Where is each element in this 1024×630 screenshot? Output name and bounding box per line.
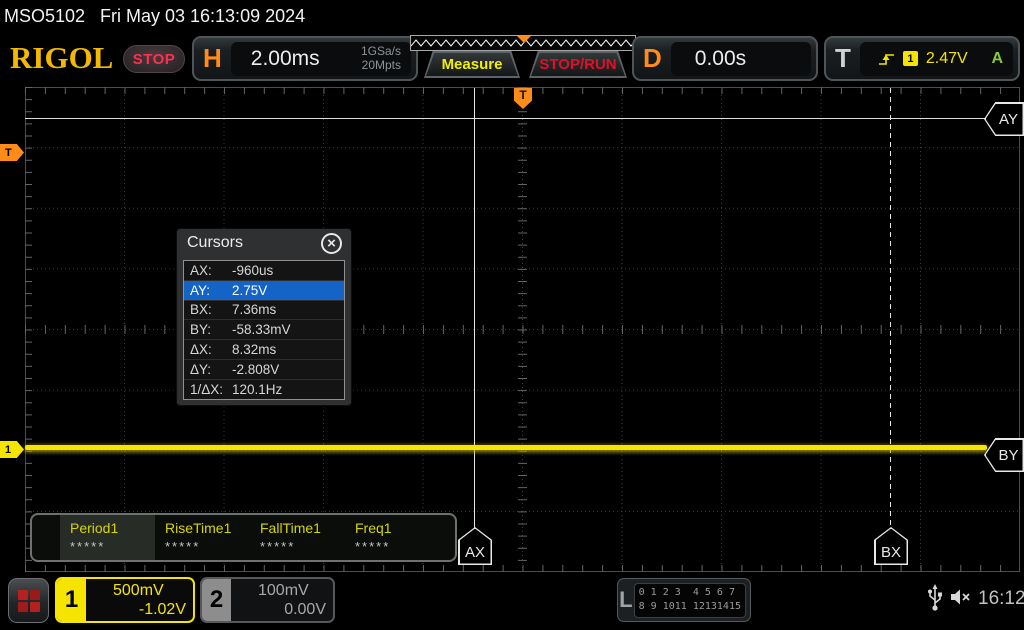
cursor-row-inv-dx[interactable]: 1/ΔX: 120.1Hz — [184, 380, 344, 400]
memory-waveform-strip[interactable] — [410, 35, 636, 51]
logic-channel-list: 0 1 2 3 4 5 6 78 9 1011 12131415 — [633, 582, 746, 618]
channel2-offset: 0.00V — [284, 601, 326, 618]
trigger-source-badge: 1 — [902, 51, 918, 66]
cursors-popup: Cursors × AX: -960us AY: 2.75V BX: 7.36ms B… — [176, 228, 352, 406]
measurement-falltime1[interactable]: FallTime1 ***** — [250, 515, 345, 560]
timebase-value: 2.00ms — [250, 46, 320, 70]
oscilloscope-screen: MSO5102 Fri May 03 16:13:09 2024 RIGOL S… — [0, 0, 1024, 630]
trigger-level-value: 2.47V — [925, 49, 968, 67]
trigger-level-marker[interactable]: T — [0, 144, 24, 161]
trigger-sweep-mode: A — [991, 49, 1003, 67]
channel1-status-box[interactable]: 1 500mV -1.02V — [55, 577, 195, 623]
channel1-offset: -1.02V — [138, 601, 186, 618]
memory-depth: 20Mpts — [361, 57, 401, 72]
logic-channels-box[interactable]: L 0 1 2 3 4 5 6 78 9 1011 12131415 — [617, 578, 751, 622]
channel1-trace — [25, 445, 987, 450]
trigger-panel[interactable]: T 1 2.47V A — [824, 36, 1020, 81]
cursor-ay-line[interactable] — [25, 118, 988, 119]
measurement-risetime1[interactable]: RiseTime1 ***** — [155, 515, 250, 560]
cursors-list: AX: -960us AY: 2.75V BX: 7.36ms BY: -58.33mV… — [183, 260, 345, 400]
clock-text: 16:12 — [978, 588, 1024, 609]
measurements-panel: Period1 ***** RiseTime1 ***** FallTime1 … — [30, 513, 457, 562]
usb-icon — [928, 584, 942, 611]
cursor-tag-ay[interactable]: AY — [984, 102, 1024, 136]
cursor-row-by[interactable]: BY: -58.33mV — [184, 320, 344, 341]
channel1-scale: 500mV — [113, 582, 164, 599]
rigol-logo: RIGOL — [10, 40, 114, 75]
channel2-scale: 100mV — [258, 582, 309, 599]
cursor-bx-line[interactable] — [890, 88, 891, 528]
delay-panel[interactable]: D 0.00s — [632, 36, 818, 81]
cursor-row-bx[interactable]: BX: 7.36ms — [184, 301, 344, 321]
graticule — [25, 87, 1020, 572]
sample-rate: 1GSa/s — [360, 43, 401, 58]
acquisition-info: 1GSa/s 20Mpts — [360, 43, 401, 73]
run-state-badge[interactable]: STOP — [123, 45, 185, 73]
channel2-status-box[interactable]: 2 100mV 0.00V — [200, 577, 335, 623]
channel2-number: 2 — [202, 579, 231, 621]
model-name: MSO5102 — [4, 6, 86, 26]
trigger-label: T — [835, 43, 851, 73]
cursor-tag-by[interactable]: BY — [984, 438, 1024, 472]
cursor-row-dy[interactable]: ΔY: -2.808V — [184, 360, 344, 380]
speaker-muted-icon[interactable] — [949, 587, 973, 607]
cursor-row-ax[interactable]: AX: -960us — [184, 261, 344, 281]
memory-trigger-marker-icon — [517, 36, 531, 43]
channel1-number: 1 — [57, 579, 86, 621]
channel1-ground-marker[interactable]: 1 — [0, 441, 24, 458]
delay-label: D — [643, 43, 662, 73]
cursor-ax-line[interactable] — [474, 88, 475, 528]
measure-button[interactable]: Measure — [424, 51, 520, 78]
cursor-tag-bx[interactable]: BX — [874, 527, 908, 565]
delay-value: 0.00s — [694, 46, 747, 70]
grid — [25, 87, 1020, 572]
cursors-popup-title: Cursors — [187, 234, 244, 251]
menu-grid-icon — [17, 589, 40, 612]
main-menu-button[interactable] — [8, 578, 49, 623]
measurement-period1[interactable]: Period1 ***** — [60, 515, 155, 560]
measurement-freq1[interactable]: Freq1 ***** — [345, 515, 440, 560]
stop-run-button[interactable]: STOP/RUN — [529, 51, 627, 78]
close-icon[interactable]: × — [321, 233, 342, 254]
logic-label: L — [619, 587, 633, 612]
horizontal-panel[interactable]: H 2.00ms 1GSa/s 20Mpts — [192, 36, 418, 81]
status-bar: MSO5102 Fri May 03 16:13:09 2024 — [0, 0, 1024, 30]
cursor-row-ay[interactable]: AY: 2.75V — [184, 280, 344, 301]
horizontal-label: H — [203, 43, 222, 73]
datetime-text: Fri May 03 16:13:09 2024 — [100, 6, 306, 26]
rising-edge-trigger-icon — [878, 53, 894, 65]
cursor-tag-ax[interactable]: AX — [458, 527, 492, 565]
cursor-row-dx[interactable]: ΔX: 8.32ms — [184, 340, 344, 360]
